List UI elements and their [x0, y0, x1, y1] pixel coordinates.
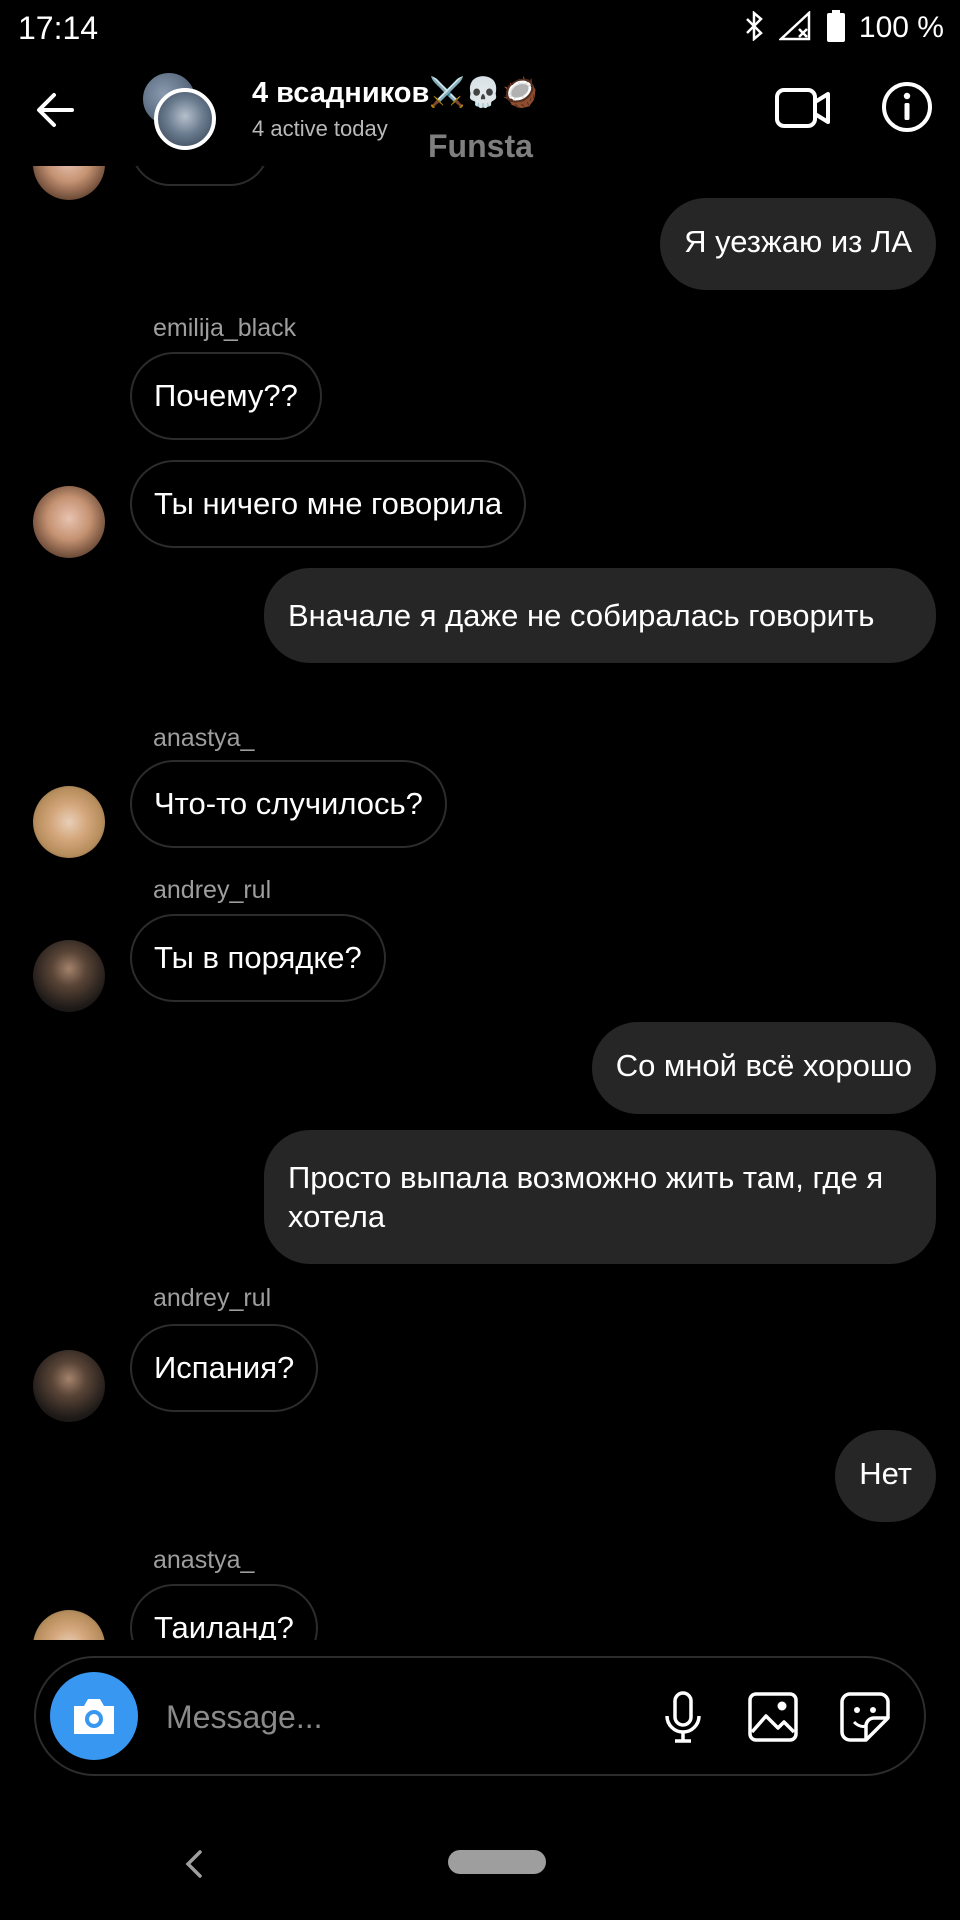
- message-bubble-incoming[interactable]: Что-то случилось?: [130, 760, 447, 848]
- avatar[interactable]: [33, 786, 105, 858]
- group-avatar-front: [154, 88, 216, 150]
- battery-icon: [826, 9, 845, 47]
- message-bubble-outgoing[interactable]: Просто выпала возможно жить там, где я х…: [264, 1130, 936, 1264]
- clock: 17:14: [18, 10, 99, 46]
- group-title[interactable]: 4 всадников⚔️💀🥥: [252, 76, 538, 110]
- sender-name: andrey_rul: [153, 876, 272, 904]
- camera-icon: [74, 1699, 114, 1734]
- gallery-icon[interactable]: [746, 1690, 800, 1744]
- group-avatar[interactable]: [140, 70, 220, 150]
- status-bar: 17:14 100 %: [0, 0, 960, 56]
- signal-icon: [777, 9, 813, 46]
- sender-name: anastya_: [153, 724, 255, 752]
- message-bubble-partial: [130, 166, 270, 186]
- system-back-icon[interactable]: [182, 1848, 206, 1885]
- message-bubble-outgoing[interactable]: Я уезжаю из ЛА: [660, 198, 936, 290]
- sender-name: anastya_: [153, 1546, 255, 1574]
- watermark: Funsta: [428, 128, 533, 164]
- chat-header: 4 всадников⚔️💀🥥 4 active today Funsta: [0, 56, 960, 166]
- message-bubble-outgoing[interactable]: Нет: [835, 1430, 936, 1522]
- battery-level: 100 %: [858, 11, 944, 44]
- sender-name: emilija_black: [153, 314, 297, 342]
- bluetooth-icon: [743, 9, 765, 46]
- system-nav-bar: [0, 1800, 960, 1920]
- active-status: 4 active today: [252, 116, 388, 141]
- message-bubble-incoming[interactable]: Ты ничего мне говорила: [130, 460, 527, 548]
- sender-name: andrey_rul: [153, 1284, 272, 1312]
- back-arrow-icon[interactable]: [30, 84, 82, 136]
- home-pill[interactable]: [448, 1850, 546, 1874]
- message-input[interactable]: [164, 1688, 648, 1746]
- avatar[interactable]: [33, 1350, 105, 1422]
- sticker-icon[interactable]: [838, 1690, 892, 1744]
- avatar[interactable]: [33, 166, 105, 200]
- avatar[interactable]: [33, 940, 105, 1012]
- info-icon[interactable]: [880, 80, 934, 134]
- message-list[interactable]: Я уезжаю из ЛА emilija_black Почему?? Ты…: [0, 166, 960, 1640]
- message-bubble-incoming[interactable]: Ты в порядке?: [130, 914, 386, 1002]
- message-composer: [34, 1656, 926, 1776]
- message-bubble-incoming[interactable]: Таиланд?: [130, 1584, 318, 1640]
- avatar[interactable]: [33, 1610, 105, 1640]
- message-bubble-outgoing[interactable]: Со мной всё хорошо: [591, 1022, 936, 1114]
- message-bubble-outgoing[interactable]: Вначале я даже не собиралась говорить: [264, 568, 936, 663]
- video-call-icon[interactable]: [774, 84, 832, 132]
- camera-button[interactable]: [50, 1672, 138, 1760]
- message-bubble-incoming[interactable]: Испания?: [130, 1324, 319, 1412]
- microphone-icon[interactable]: [656, 1690, 710, 1744]
- avatar[interactable]: [33, 486, 105, 558]
- message-bubble-incoming[interactable]: Почему??: [130, 352, 322, 440]
